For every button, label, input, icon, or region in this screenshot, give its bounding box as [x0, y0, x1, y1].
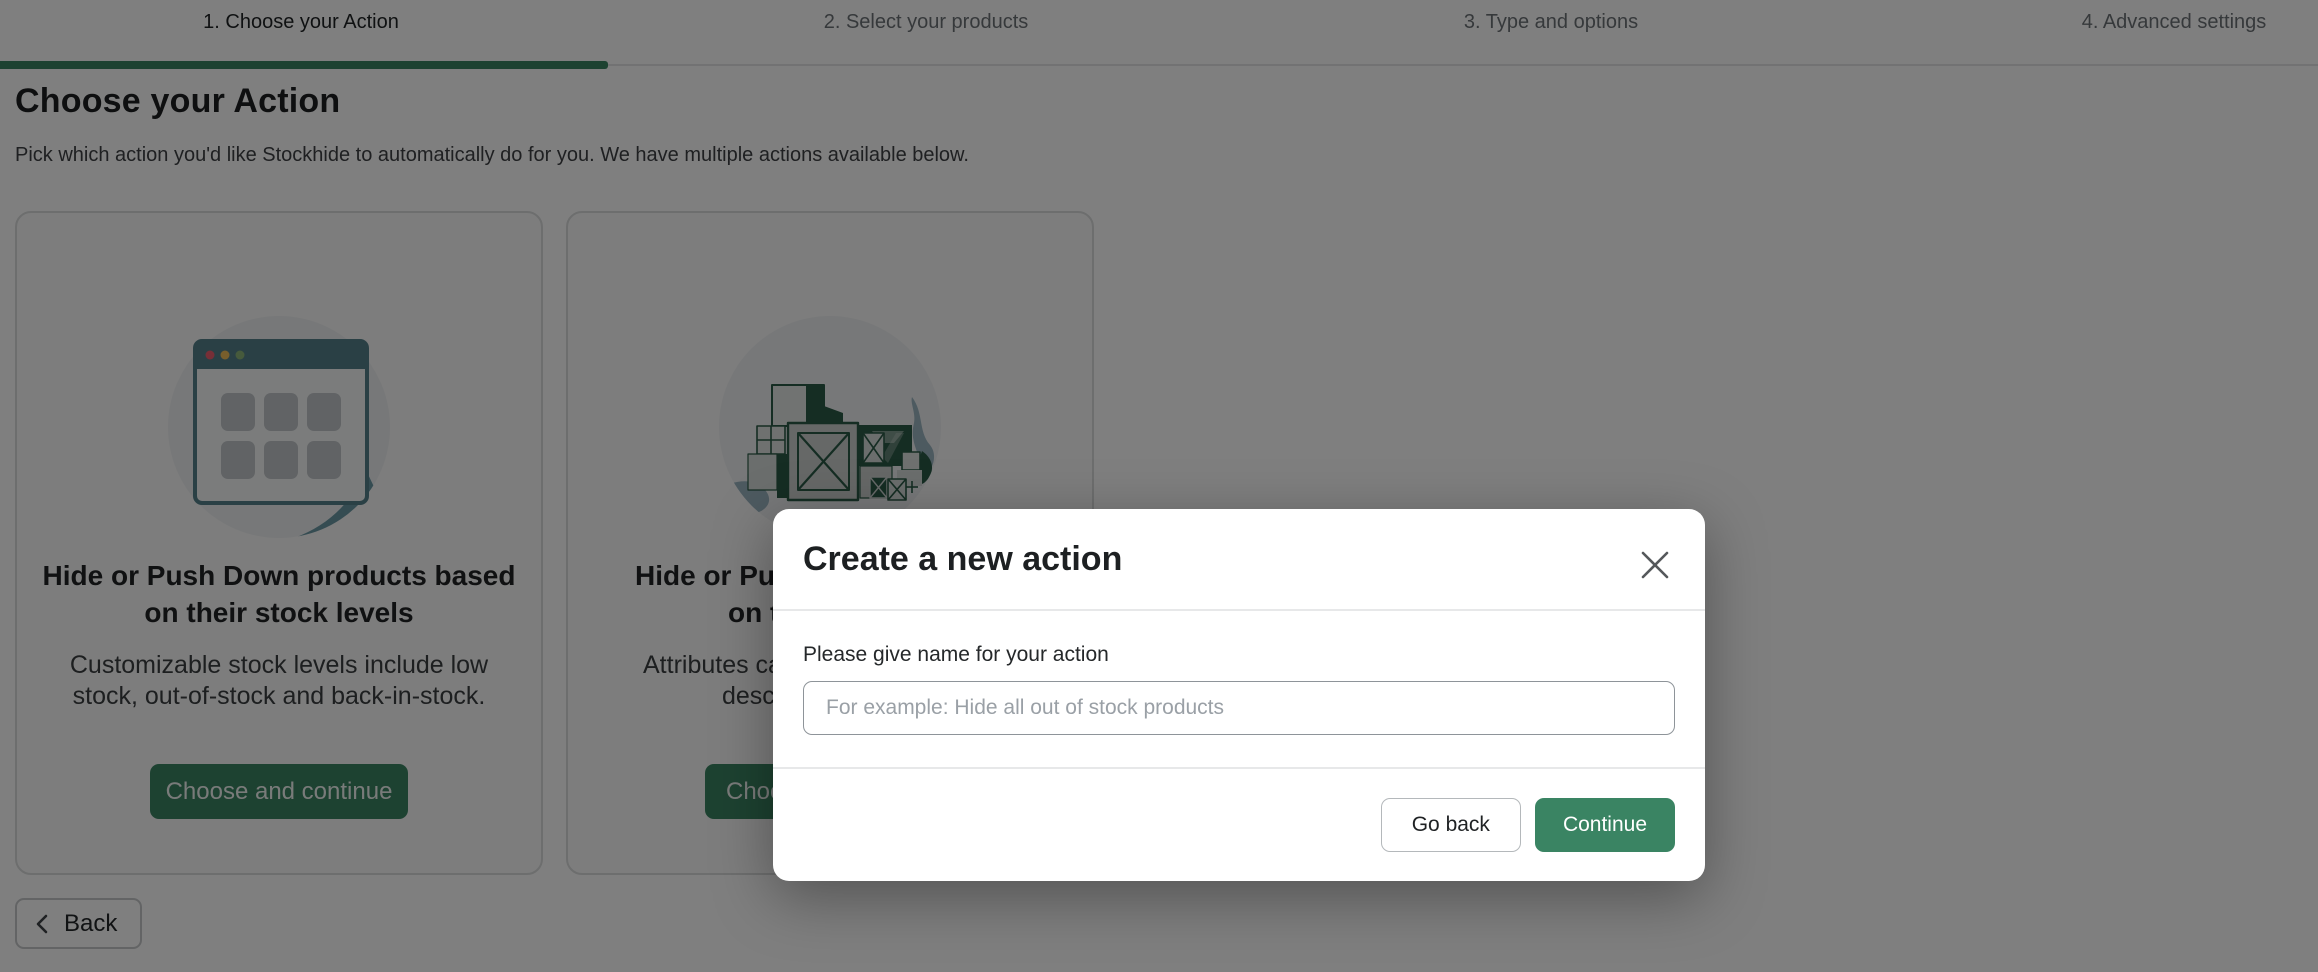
- continue-button[interactable]: Continue: [1535, 798, 1675, 852]
- create-action-modal: Create a new action Please give name for…: [773, 509, 1705, 881]
- modal-footer: Go back Continue: [773, 767, 1705, 881]
- action-name-label: Please give name for your action: [803, 643, 1109, 667]
- close-icon[interactable]: [1635, 545, 1675, 585]
- wizard-screen: 1. Choose your Action 2. Select your pro…: [0, 0, 2318, 972]
- modal-header: Create a new action: [773, 509, 1705, 611]
- go-back-button[interactable]: Go back: [1381, 798, 1521, 852]
- action-name-input[interactable]: [803, 681, 1675, 735]
- modal-title: Create a new action: [803, 540, 1122, 579]
